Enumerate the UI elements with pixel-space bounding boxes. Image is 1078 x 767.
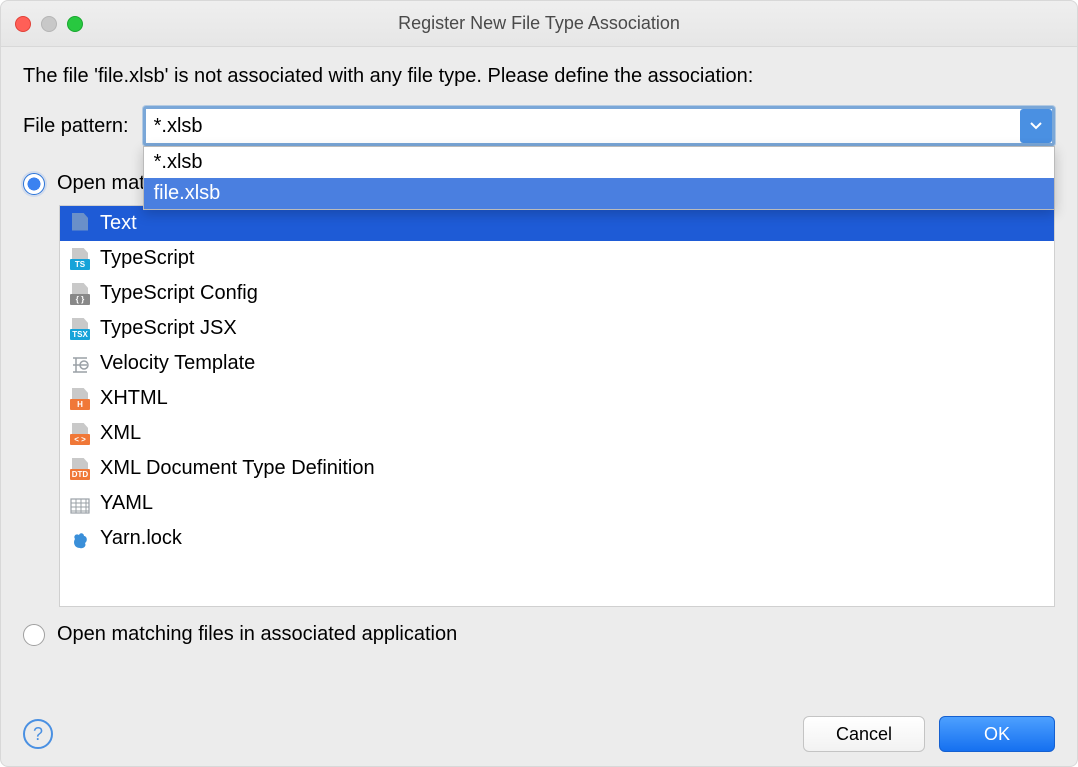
text-file-icon xyxy=(70,213,90,235)
traffic-lights xyxy=(15,16,83,32)
yarn-file-icon xyxy=(70,528,90,550)
instruction-text: The file 'file.xlsb' is not associated w… xyxy=(23,65,1055,88)
dtd-file-icon: DTD xyxy=(70,458,90,480)
ok-button[interactable]: OK xyxy=(939,716,1055,752)
filetype-item-label: XHTML xyxy=(100,387,168,410)
filetype-item-dtd[interactable]: DTD XML Document Type Definition xyxy=(60,451,1054,486)
open-in-associated-app-label: Open matching files in associated applic… xyxy=(57,623,457,646)
filetype-item-label: YAML xyxy=(100,492,153,515)
dialog-footer: ? Cancel OK xyxy=(23,716,1055,752)
open-in-associated-app-radio[interactable] xyxy=(23,624,45,646)
help-button[interactable]: ? xyxy=(23,719,53,749)
filetype-list[interactable]: Text TS TypeScript { } TypeScript Config… xyxy=(59,205,1055,607)
filetype-item-label: TypeScript xyxy=(100,247,194,270)
dropdown-option[interactable]: file.xlsb xyxy=(144,178,1054,209)
filetype-item-label: XML xyxy=(100,422,141,445)
filetype-item-tsx[interactable]: TSX TypeScript JSX xyxy=(60,311,1054,346)
open-in-filetype-label: Open mat xyxy=(57,172,145,195)
xml-file-icon: < > xyxy=(70,423,90,445)
yaml-file-icon xyxy=(70,493,90,515)
velocity-file-icon xyxy=(70,353,90,375)
file-pattern-dropdown-list: *.xlsb file.xlsb xyxy=(143,146,1055,210)
chevron-down-icon xyxy=(1030,122,1042,130)
filetype-item-text[interactable]: Text xyxy=(60,206,1054,241)
filetype-item-label: Velocity Template xyxy=(100,352,255,375)
file-pattern-row: File pattern: *.xlsb file.xlsb xyxy=(23,106,1055,146)
filetype-item-typescript[interactable]: TS TypeScript xyxy=(60,241,1054,276)
filetype-item-label: TypeScript Config xyxy=(100,282,258,305)
xhtml-file-icon: H xyxy=(70,388,90,410)
dialog-window: Register New File Type Association The f… xyxy=(0,0,1078,767)
open-in-filetype-radio[interactable] xyxy=(23,173,45,195)
minimize-window-button[interactable] xyxy=(41,16,57,32)
filetype-item-label: TypeScript JSX xyxy=(100,317,237,340)
file-pattern-combo: *.xlsb file.xlsb xyxy=(143,106,1055,146)
filetype-item-xml[interactable]: < > XML xyxy=(60,416,1054,451)
filetype-item-yarn[interactable]: Yarn.lock xyxy=(60,521,1054,556)
dialog-content: The file 'file.xlsb' is not associated w… xyxy=(1,47,1077,766)
filetype-item-xhtml[interactable]: H XHTML xyxy=(60,381,1054,416)
file-pattern-dropdown-button[interactable] xyxy=(1020,109,1052,143)
filetype-item-label: Text xyxy=(100,212,137,235)
dropdown-option[interactable]: *.xlsb xyxy=(144,147,1054,178)
filetype-item-label: Yarn.lock xyxy=(100,527,182,550)
tsconfig-file-icon: { } xyxy=(70,283,90,305)
close-window-button[interactable] xyxy=(15,16,31,32)
filetype-item-yaml[interactable]: YAML xyxy=(60,486,1054,521)
open-in-associated-app-radio-row: Open matching files in associated applic… xyxy=(23,623,1055,646)
file-pattern-input[interactable] xyxy=(143,106,1055,146)
file-pattern-label: File pattern: xyxy=(23,115,129,138)
maximize-window-button[interactable] xyxy=(67,16,83,32)
cancel-button[interactable]: Cancel xyxy=(803,716,925,752)
filetype-item-velocity[interactable]: Velocity Template xyxy=(60,346,1054,381)
titlebar: Register New File Type Association xyxy=(1,1,1077,47)
filetype-item-label: XML Document Type Definition xyxy=(100,457,375,480)
typescript-file-icon: TS xyxy=(70,248,90,270)
radio-group: Open mat Text TS TypeScript { } TypeScri… xyxy=(23,172,1055,646)
window-title: Register New File Type Association xyxy=(398,13,680,34)
filetype-item-tsconfig[interactable]: { } TypeScript Config xyxy=(60,276,1054,311)
tsx-file-icon: TSX xyxy=(70,318,90,340)
